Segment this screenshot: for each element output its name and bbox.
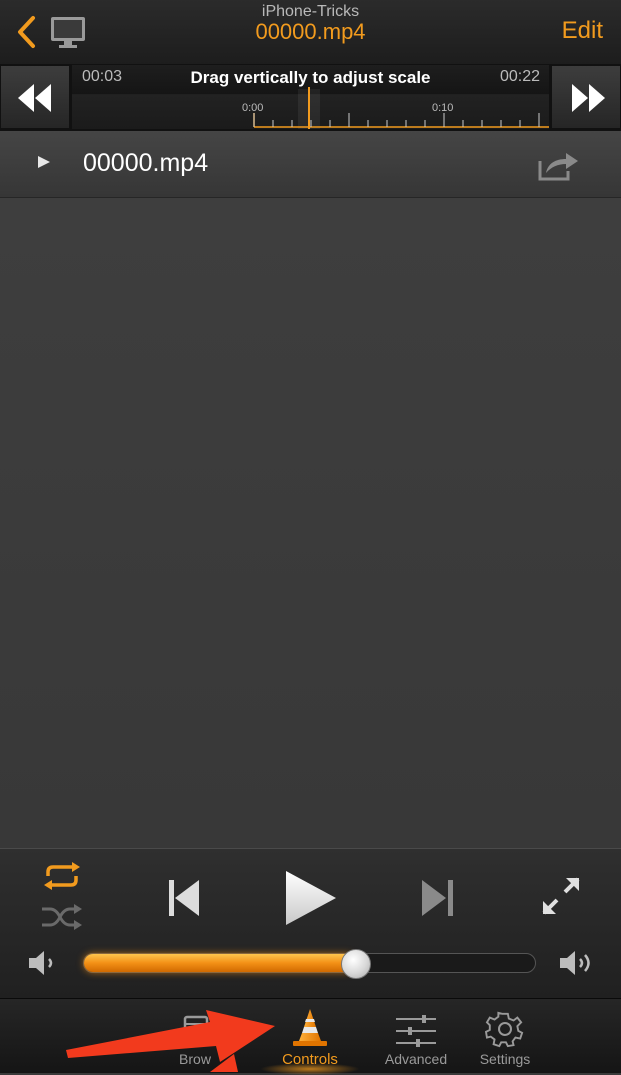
share-icon (538, 153, 578, 181)
repeat-icon (44, 862, 80, 890)
nav-title: 00000.mp4 (255, 19, 366, 44)
playhead[interactable] (308, 87, 310, 129)
playback-controls (0, 848, 621, 999)
tab-settings[interactable]: Settings (455, 999, 555, 1073)
tab-settings-label: Settings (479, 1051, 531, 1067)
active-tab-glow (260, 1063, 360, 1075)
nav-bar: iPhone-Tricks 00000.mp4 Edit (0, 0, 621, 65)
play-icon (286, 871, 336, 925)
next-button[interactable] (418, 877, 458, 919)
rewind-icon (18, 84, 51, 112)
tab-controls[interactable]: Controls (260, 999, 360, 1075)
volume-high-icon (557, 949, 599, 977)
fast-forward-button[interactable] (551, 65, 621, 129)
tick-label-ten: 0:10 (432, 102, 454, 114)
video-area (0, 198, 621, 848)
play-indicator-icon (38, 156, 50, 168)
shuffle-icon (42, 904, 82, 930)
fullscreen-icon (542, 877, 580, 915)
previous-button[interactable] (165, 877, 205, 919)
tab-browse-label: Brow (179, 1051, 211, 1067)
timeline-scrubber[interactable]: 00:03 Drag vertically to adjust scale 00… (72, 65, 549, 129)
gear-icon (485, 1011, 524, 1048)
browse-icon (183, 1015, 209, 1045)
scrubber-hint: Drag vertically to adjust scale (190, 68, 431, 87)
fullscreen-button[interactable] (540, 875, 582, 917)
share-button[interactable] (536, 147, 580, 183)
fast-forward-icon (572, 84, 605, 112)
volume-slider[interactable] (83, 949, 536, 979)
tick-label-start: 0:00 (242, 102, 264, 114)
rewind-button[interactable] (0, 65, 70, 129)
play-button[interactable] (282, 869, 340, 927)
volume-low-icon (26, 949, 60, 977)
shuffle-button[interactable] (40, 903, 84, 933)
volume-knob[interactable] (341, 949, 371, 979)
skip-previous-icon (169, 880, 199, 916)
scrubber-row: 00:03 Drag vertically to adjust scale 00… (0, 65, 621, 131)
timeline-ticks (253, 113, 549, 128)
traffic-cone-icon (293, 1009, 327, 1046)
edit-button[interactable]: Edit (562, 17, 603, 45)
tab-browse[interactable]: Brow (145, 999, 245, 1073)
tab-bar: Brow Controls Advanced Settings (0, 998, 621, 1075)
sliders-icon (396, 1015, 436, 1047)
volume-fill (84, 954, 355, 972)
remaining-time: 00:22 (499, 68, 540, 85)
skip-next-icon (422, 880, 453, 916)
tab-advanced-label: Advanced (384, 1051, 448, 1067)
playlist-item-name: 00000.mp4 (83, 149, 209, 177)
tab-advanced[interactable]: Advanced (366, 999, 466, 1073)
repeat-button[interactable] (40, 861, 84, 891)
playlist-item[interactable]: 00000.mp4 (0, 131, 621, 198)
